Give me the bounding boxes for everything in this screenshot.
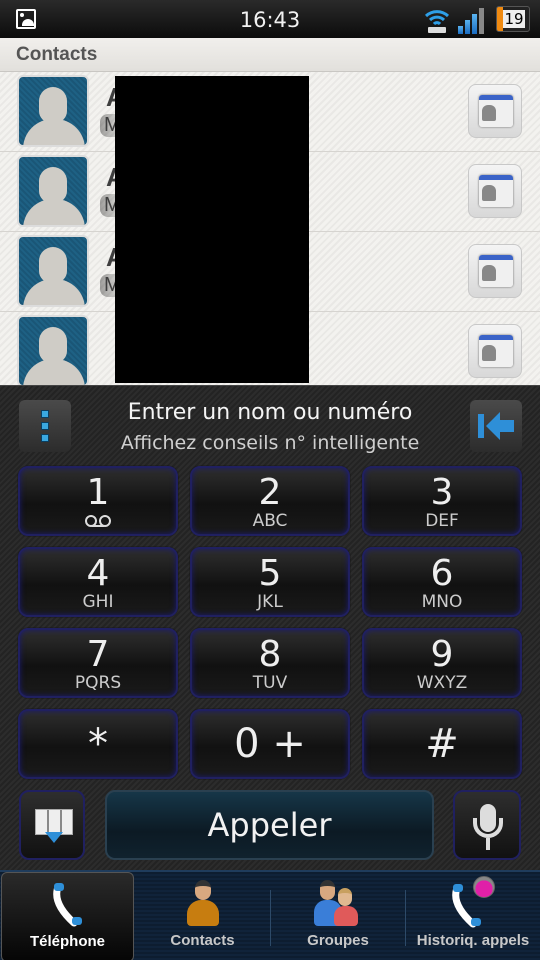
contacts-header: Contacts	[0, 38, 540, 72]
phone-icon	[52, 883, 82, 927]
vcard-icon	[479, 95, 513, 127]
tab-groups[interactable]: Groupes	[271, 872, 405, 960]
avatar	[17, 155, 89, 227]
vcard-icon	[479, 255, 513, 287]
input-hint: Affichez conseils n° intelligente	[120, 432, 420, 454]
contact-person-icon	[185, 880, 221, 928]
key-4[interactable]: 4 GHI	[18, 547, 178, 617]
key-3[interactable]: 3 DEF	[362, 466, 522, 536]
bottom-tab-bar: Téléphone Contacts Groupes Historiq. app…	[0, 870, 540, 960]
avatar	[17, 315, 89, 385]
redaction-box	[115, 76, 309, 383]
hide-keypad-button[interactable]	[19, 790, 85, 860]
key-7[interactable]: 7 PQRS	[18, 628, 178, 698]
backspace-button[interactable]	[470, 400, 522, 452]
key-star[interactable]: *	[18, 709, 178, 779]
key-1[interactable]: 1	[18, 466, 178, 536]
tab-telephone[interactable]: Téléphone	[1, 872, 134, 960]
vcard-button[interactable]	[468, 164, 522, 218]
key-6[interactable]: 6 MNO	[362, 547, 522, 617]
voicemail-icon	[83, 515, 113, 527]
vcard-icon	[479, 335, 513, 367]
tab-contacts[interactable]: Contacts	[135, 872, 270, 960]
battery-icon: 19	[496, 6, 530, 32]
key-hash[interactable]: #	[362, 709, 522, 779]
vcard-button[interactable]	[468, 84, 522, 138]
status-bar: 16:43 19	[0, 0, 540, 38]
signal-icon	[458, 8, 488, 34]
key-2[interactable]: 2 ABC	[190, 466, 350, 536]
voice-search-button[interactable]	[453, 790, 521, 860]
key-5[interactable]: 5 JKL	[190, 547, 350, 617]
number-input[interactable]: Entrer un nom ou numéro	[80, 400, 460, 425]
key-8[interactable]: 8 TUV	[190, 628, 350, 698]
contacts-title: Contacts	[16, 44, 98, 65]
arrow-down-icon	[45, 832, 63, 843]
key-9[interactable]: 9 WXYZ	[362, 628, 522, 698]
vcard-button[interactable]	[468, 244, 522, 298]
avatar	[17, 235, 89, 307]
avatar	[17, 75, 89, 147]
vcard-icon	[479, 175, 513, 207]
battery-level: 19	[503, 10, 525, 28]
call-button[interactable]: Appeler	[105, 790, 434, 860]
key-0[interactable]: 0 +	[190, 709, 350, 779]
wifi-icon	[424, 10, 450, 33]
menu-button[interactable]	[19, 400, 71, 452]
call-history-icon	[451, 876, 499, 928]
dialer-panel: Entrer un nom ou numéro Affichez conseil…	[0, 385, 540, 870]
groups-icon	[314, 880, 362, 928]
vcard-button[interactable]	[468, 324, 522, 378]
tab-call-history[interactable]: Historiq. appels	[406, 872, 540, 960]
